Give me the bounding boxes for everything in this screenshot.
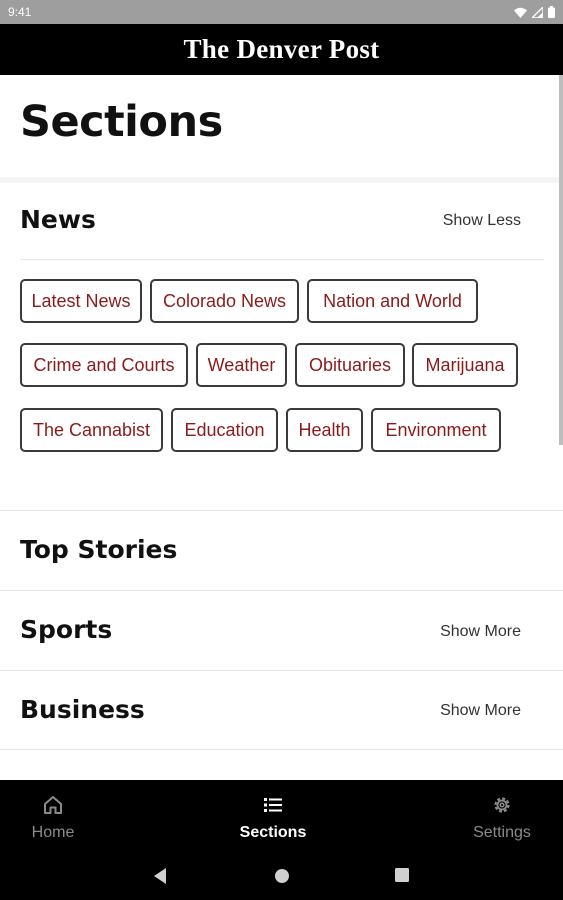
bottom-nav: Home Sections Settings bbox=[0, 780, 563, 855]
app-header: The Denver Post bbox=[0, 24, 563, 75]
section-header-business[interactable]: Business Show More bbox=[0, 671, 563, 749]
tag-latest-news[interactable]: Latest News bbox=[20, 279, 142, 323]
divider bbox=[20, 259, 544, 260]
gear-icon bbox=[494, 796, 510, 813]
section-header-news[interactable]: News Show Less bbox=[0, 183, 563, 261]
tag-marijuana[interactable]: Marijuana bbox=[412, 343, 518, 387]
system-nav-bar bbox=[0, 855, 563, 900]
list-icon bbox=[264, 797, 282, 812]
status-bar: 9:41 bbox=[0, 0, 563, 24]
nav-settings[interactable]: Settings bbox=[464, 780, 540, 855]
tag-colorado-news[interactable]: Colorado News bbox=[150, 279, 299, 323]
home-circle-icon[interactable] bbox=[273, 867, 291, 885]
status-icons bbox=[514, 6, 555, 18]
tag-weather[interactable]: Weather bbox=[196, 343, 287, 387]
nav-home[interactable]: Home bbox=[14, 780, 92, 855]
tag-health[interactable]: Health bbox=[286, 408, 363, 452]
show-less-button[interactable]: Show Less bbox=[443, 212, 521, 230]
recents-icon[interactable] bbox=[394, 867, 410, 883]
tag-nation-and-world[interactable]: Nation and World bbox=[307, 279, 478, 323]
divider bbox=[0, 749, 563, 750]
show-more-button-sports[interactable]: Show More bbox=[440, 623, 521, 641]
section-title-sports: Sports bbox=[20, 615, 113, 644]
battery-icon bbox=[548, 6, 555, 18]
section-header-sports[interactable]: Sports Show More bbox=[0, 591, 563, 670]
nav-sections[interactable]: Sections bbox=[230, 780, 316, 855]
section-header-top-stories[interactable]: Top Stories bbox=[0, 511, 563, 590]
signal-icon bbox=[532, 6, 543, 18]
tag-obituaries[interactable]: Obituaries bbox=[295, 343, 405, 387]
tag-the-cannabist[interactable]: The Cannabist bbox=[20, 408, 163, 452]
tag-environment[interactable]: Environment bbox=[371, 408, 501, 452]
home-icon bbox=[44, 795, 62, 814]
page-title: Sections bbox=[20, 97, 223, 147]
status-time: 9:41 bbox=[8, 5, 32, 19]
show-more-button-business[interactable]: Show More bbox=[440, 702, 521, 720]
nav-label-sections: Sections bbox=[239, 823, 307, 841]
section-title-news: News bbox=[20, 205, 96, 234]
section-title-top-stories: Top Stories bbox=[20, 535, 178, 564]
sections-list[interactable]: Sections News Show Less Latest News Colo… bbox=[0, 75, 563, 780]
back-icon[interactable] bbox=[153, 867, 167, 885]
masthead-logo: The Denver Post bbox=[183, 34, 380, 64]
nav-label-settings: Settings bbox=[473, 823, 531, 841]
section-title-business: Business bbox=[20, 695, 145, 724]
wifi-icon bbox=[514, 7, 527, 18]
nav-label-home: Home bbox=[31, 823, 75, 841]
tag-crime-and-courts[interactable]: Crime and Courts bbox=[20, 343, 188, 387]
scrollbar[interactable] bbox=[559, 75, 563, 445]
tag-education[interactable]: Education bbox=[171, 408, 278, 452]
